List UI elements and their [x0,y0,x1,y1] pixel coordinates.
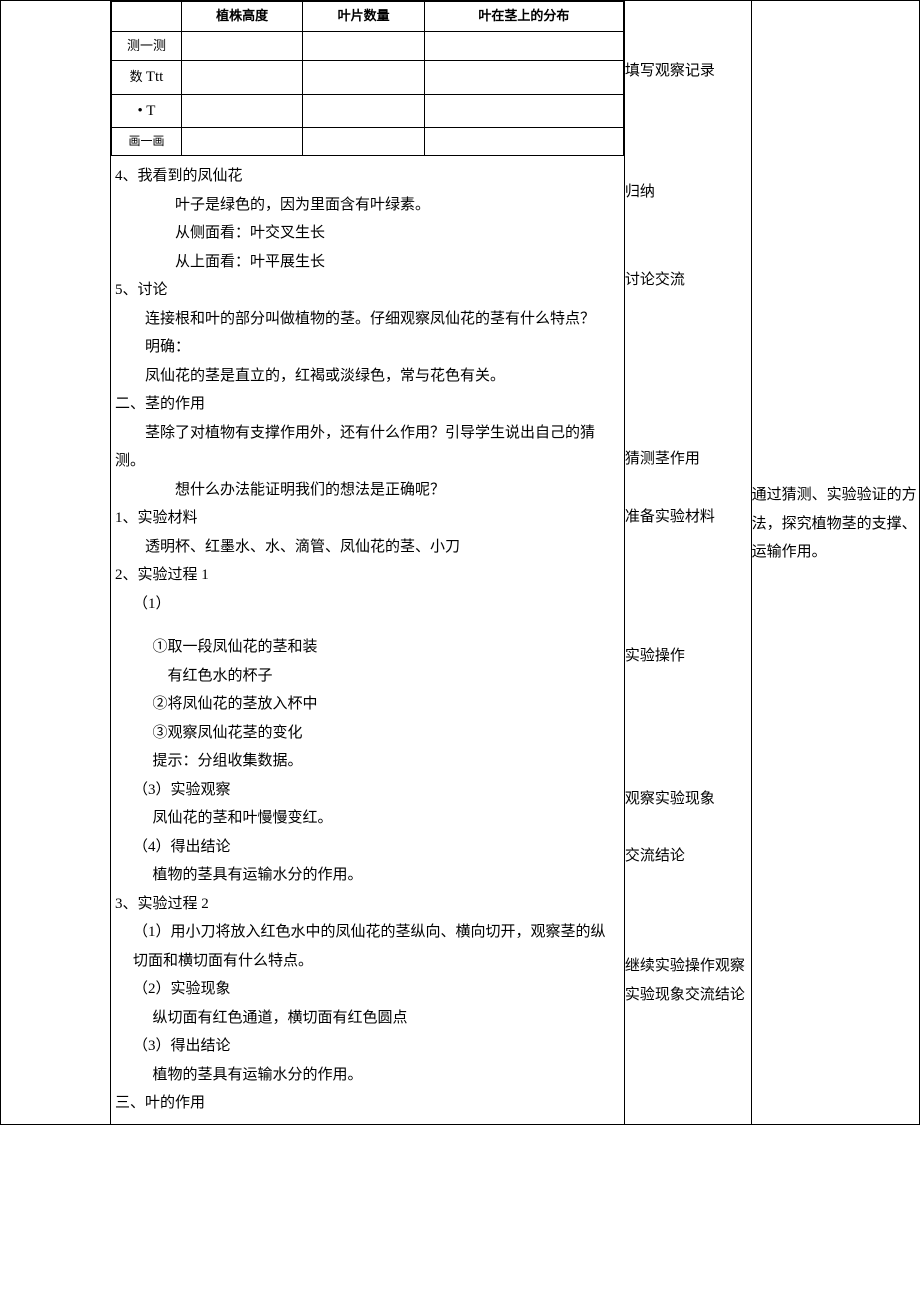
proc1-s1b: 有红色水的杯子 [115,662,614,691]
proc1-s2: ②将凤仙花的茎放入杯中 [115,690,614,719]
proc2-con: 植物的茎具有运输水分的作用。 [115,1061,614,1090]
main-content-cell: 植株高度 叶片数量 叶在茎上的分布 测一测 数 Ttt • T [110,1,624,1125]
act-fill-record: 填写观察记录 [625,57,751,86]
mat-l1: 透明杯、红墨水、水、滴管、凤仙花的茎、小刀 [115,533,614,562]
proc1-obs-t: （3）实验观察 [115,776,614,805]
obs-row-count1: 数 Ttt [111,61,623,95]
layout-table: 植株高度 叶片数量 叶在茎上的分布 测一测 数 Ttt • T [0,0,920,1125]
proc1-title: 2、实验过程 1 [115,561,614,590]
obs-header-row: 植株高度 叶片数量 叶在茎上的分布 [111,2,623,32]
obs-row-draw: 画一画 [111,128,623,156]
obs-r2-label: 数 Ttt [111,61,181,95]
s4-l3: 从上面看：叶平展生长 [115,248,614,277]
s5-l1: 连接根和叶的部分叫做植物的茎。仔细观察凤仙花的茎有什么特点？ [115,305,614,334]
s5-l2: 明确： [115,333,614,362]
act-observe: 观察实验现象 [625,785,751,814]
s4-title: 4、我看到的凤仙花 [115,162,614,191]
obs-r4-c2 [303,128,424,156]
act-prepare: 准备实验材料 [625,503,751,532]
act-operate: 实验操作 [625,642,751,671]
proc2-title: 3、实验过程 2 [115,890,614,919]
obs-row-count2: • T [111,94,623,128]
proc2-obs-t: （2）实验现象 [115,975,614,1004]
s5-l3: 凤仙花的茎是直立的，红褐或淡绿色，常与花色有关。 [115,362,614,391]
obs-h-height: 植株高度 [181,2,302,32]
proc2-con-t: （3）得出结论 [115,1032,614,1061]
h2: 二、茎的作用 [115,390,614,419]
proc1-con: 植物的茎具有运输水分的作用。 [115,861,614,890]
lesson-plan-page: 植株高度 叶片数量 叶在茎上的分布 测一测 数 Ttt • T [0,0,920,1125]
s5-title: 5、讨论 [115,276,614,305]
obs-r4-label: 画一画 [111,128,181,156]
obs-r1-c2 [303,31,424,61]
obs-r3-c2 [303,94,424,128]
s4-l1: 叶子是绿色的，因为里面含有叶绿素。 [115,191,614,220]
s4-l2: 从侧面看：叶交叉生长 [115,219,614,248]
obs-r1-label: 测一测 [111,31,181,61]
observation-table: 植株高度 叶片数量 叶在茎上的分布 测一测 数 Ttt • T [111,1,624,156]
h2-l2: 想什么办法能证明我们的想法是正确呢？ [115,476,614,505]
obs-h-leafcount: 叶片数量 [303,2,424,32]
obs-r1-c3 [424,31,623,61]
note-text: 通过猜测、实验验证的方法，探究植物茎的支撑、运输作用。 [752,481,919,567]
obs-r2-c2 [303,61,424,95]
proc1-obs: 凤仙花的茎和叶慢慢变红。 [115,804,614,833]
blank-line [115,618,614,633]
h3: 三、叶的作用 [115,1089,614,1118]
obs-r4-c1 [181,128,302,156]
proc2-obs: 纵切面有红色通道，横切面有红色圆点 [115,1004,614,1033]
obs-r3-c1 [181,94,302,128]
body-text: 4、我看到的凤仙花 叶子是绿色的，因为里面含有叶绿素。 从侧面看：叶交叉生长 从… [111,156,624,1124]
act-continue: 继续实验操作观察实验现象交流结论 [625,952,751,1009]
obs-r3-label: • T [111,94,181,128]
left-margin-cell [1,1,111,1125]
obs-r2-c3 [424,61,623,95]
proc1-con-t: （4）得出结论 [115,833,614,862]
obs-r2-c1 [181,61,302,95]
proc1-s1: ①取一段凤仙花的茎和装 [115,633,614,662]
h2-l1: 茎除了对植物有支撑作用外，还有什么作用？引导学生说出自己的猜测。 [115,419,614,476]
proc1-s3: ③观察凤仙花茎的变化 [115,719,614,748]
mat-title: 1、实验材料 [115,504,614,533]
proc1-sub1: （1） [115,590,614,619]
obs-r3-c3 [424,94,623,128]
obs-r4-c3 [424,128,623,156]
obs-row-measure: 测一测 [111,31,623,61]
proc2-l1: （1）用小刀将放入红色水中的凤仙花的茎纵向、横向切开，观察茎的纵切面和横切面有什… [115,918,614,975]
note-column: 通过猜测、实验验证的方法，探究植物茎的支撑、运输作用。 [751,1,919,1125]
act-summarize: 归纳 [625,178,751,207]
act-discuss: 讨论交流 [625,266,751,295]
proc1-tip: 提示：分组收集数据。 [115,747,614,776]
act-conclude: 交流结论 [625,842,751,871]
obs-h-blank [111,2,181,32]
obs-h-distribution: 叶在茎上的分布 [424,2,623,32]
act-guess: 猜测茎作用 [625,445,751,474]
obs-r1-c1 [181,31,302,61]
activity-column: 填写观察记录 归纳 讨论交流 猜测茎作用 准备实验材料 实验操作 观察实验现象 … [624,1,751,1125]
